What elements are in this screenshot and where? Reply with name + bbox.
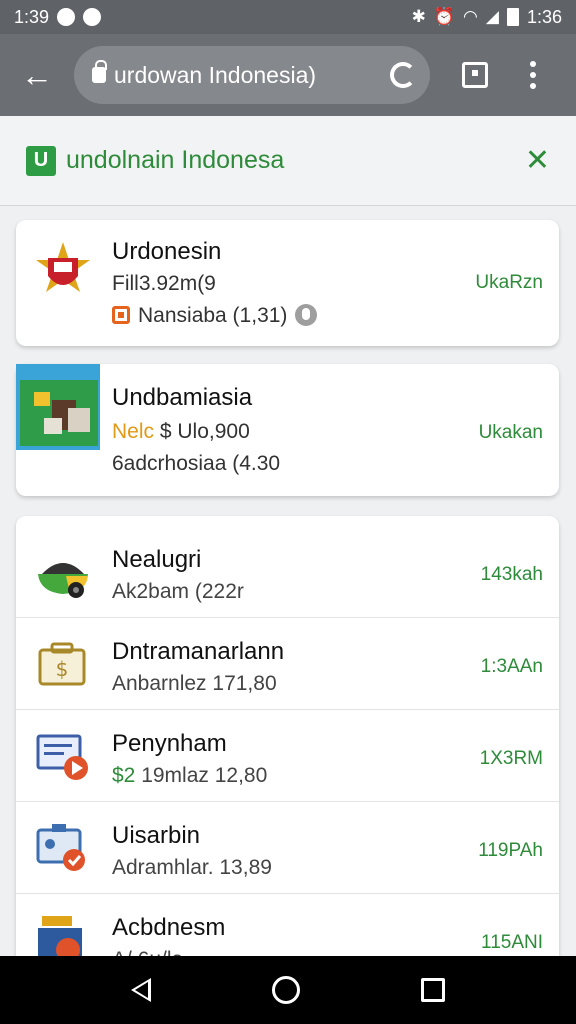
- browser-toolbar: ← urdowan Indonesia): [0, 34, 576, 116]
- card-status: Ukakan: [478, 422, 543, 443]
- list-item-subtitle: $2 19mlaz 12,80: [112, 764, 267, 788]
- video-play-icon: [36, 734, 88, 780]
- list-item-time: 1:3AAn: [480, 656, 543, 677]
- site-logo: U: [26, 145, 56, 176]
- overflow-menu-icon[interactable]: [530, 61, 536, 89]
- card-meta: Nansiaba (1,31): [112, 304, 318, 328]
- nav-recents-icon[interactable]: [421, 978, 446, 1002]
- category-icon: [112, 306, 130, 324]
- result-card[interactable]: Urdonesin Fill3.92m(9 Nansiaba (1,31) Uk…: [16, 220, 559, 346]
- list-item-title: Penynham: [112, 730, 227, 757]
- list-card: Nealugri Ak2bam (222r 143kah $ Dntramana…: [16, 516, 559, 971]
- signal-icon: ◢: [485, 7, 499, 26]
- list-item-time: 1X3RM: [479, 748, 543, 769]
- card-status: UkaRzn: [475, 272, 543, 293]
- status-time: 1:39: [14, 6, 50, 27]
- card-meta-text: Nansiaba (1,31): [138, 304, 288, 327]
- list-item-time: 143kah: [480, 564, 543, 585]
- list-item[interactable]: Penynham $2 19mlaz 12,80 1X3RM: [16, 710, 559, 802]
- list-item-title: Acbdnesm: [112, 914, 226, 941]
- list-item-title: Nealugri: [112, 546, 202, 573]
- status-clock: 1:36: [526, 6, 562, 27]
- list-item[interactable]: $ Dntramanarlann Anbarnlez 171,80 1:3AAn: [16, 618, 559, 710]
- list-item-subtitle: Anbarnlez 171,80: [112, 672, 277, 695]
- system-nav-bar: [0, 956, 576, 1024]
- url-text: urdowan Indonesia): [114, 61, 317, 88]
- card-meta: 6adcrhosiaa (4.30: [112, 452, 281, 475]
- notification-icon: [57, 8, 76, 26]
- list-item-time: 115ANI: [481, 932, 543, 953]
- list-item-subtitle: Adramhlar. 13,89: [112, 856, 272, 879]
- nav-home-icon[interactable]: [271, 976, 300, 1004]
- lock-icon: [92, 60, 107, 83]
- reload-icon[interactable]: [390, 62, 416, 88]
- list-item[interactable]: Nealugri Ak2bam (222r 143kah: [16, 526, 559, 618]
- id-card-icon: [36, 824, 85, 871]
- svg-text:$: $: [56, 657, 69, 681]
- gallery-tile-icon: [16, 364, 100, 450]
- tab-switcher-icon[interactable]: [462, 62, 488, 88]
- list-item-time: 119PAh: [478, 840, 543, 861]
- list-item-subtitle-text: 19mlaz 12,80: [135, 764, 268, 787]
- list-item-prefix: $2: [112, 764, 136, 787]
- site-title: undolnain Indonesa: [66, 146, 285, 174]
- dollar-box-icon: $: [38, 642, 86, 686]
- close-icon[interactable]: ✕: [525, 143, 550, 178]
- status-bar: 1:39 ✱ ⏰ ◠ ◢ 1:36: [0, 0, 576, 34]
- wifi-icon: ◠: [463, 7, 478, 26]
- url-bar[interactable]: urdowan Indonesia): [74, 46, 430, 104]
- info-icon: [295, 304, 318, 326]
- card-detail: Nelc $ Ulo,900: [112, 420, 250, 444]
- list-item[interactable]: Uisarbin Adramhlar. 13,89 119PAh: [16, 802, 559, 894]
- notification-icon-2: [83, 8, 102, 26]
- list-item-subtitle: Ak2bam (222r: [112, 580, 244, 603]
- list-item-title: Dntramanarlann: [112, 638, 285, 665]
- nav-back-icon[interactable]: [130, 978, 151, 1002]
- bluetooth-icon: ✱: [411, 7, 426, 26]
- card-title: Undbamiasia: [112, 384, 253, 411]
- back-arrow-icon[interactable]: ←: [0, 34, 74, 116]
- card-detail-text: $ Ulo,900: [159, 420, 250, 443]
- site-header: U undolnain Indonesa ✕: [0, 116, 576, 206]
- card-detail: Fill3.92m(9: [112, 272, 216, 295]
- list-item-title: Uisarbin: [112, 822, 201, 849]
- card-title: Urdonesin: [112, 238, 222, 265]
- result-card[interactable]: Undbamiasia Nelc $ Ulo,900 6adcrhosiaa (…: [16, 364, 559, 496]
- battery-icon: [506, 8, 519, 26]
- food-bowl-icon: [38, 563, 88, 598]
- card-detail-prefix: Nelc: [112, 420, 155, 443]
- emblem-icon: [36, 242, 90, 292]
- alarm-icon: ⏰: [433, 7, 456, 26]
